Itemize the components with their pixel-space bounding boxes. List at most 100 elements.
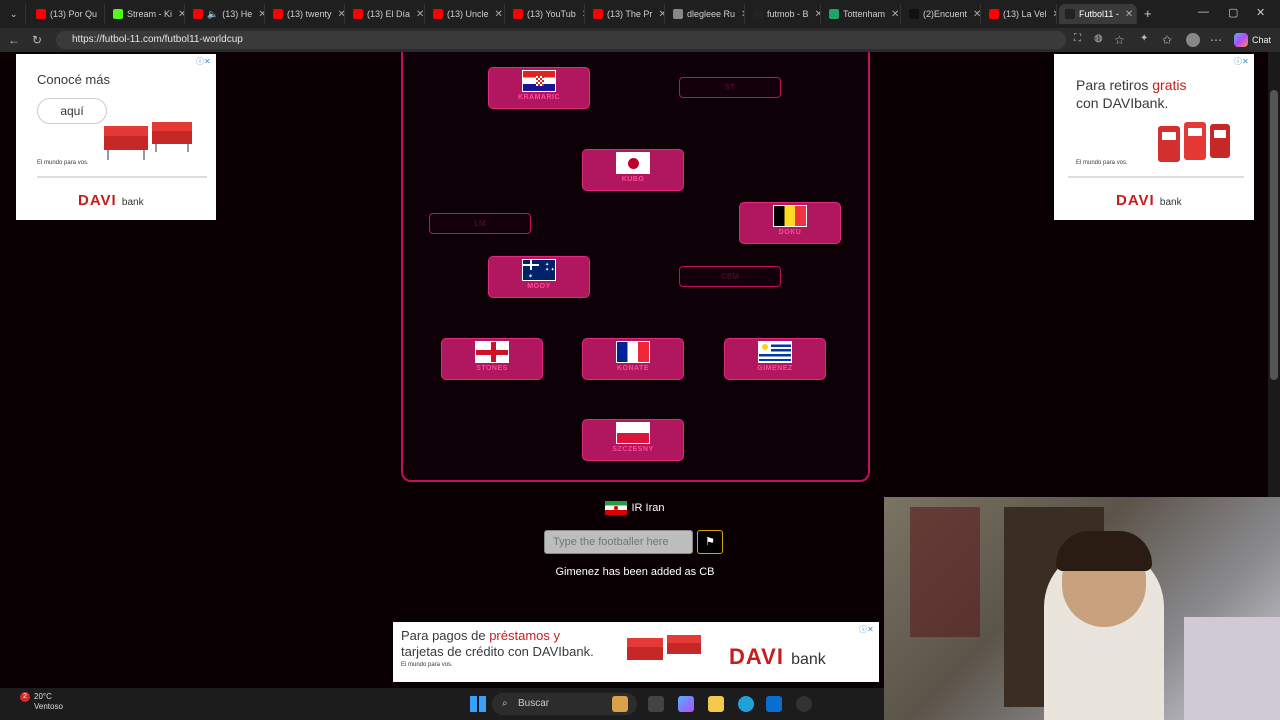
close-icon[interactable]: ✕ [416, 9, 424, 20]
tab-6[interactable]: (13) YouTub✕ [507, 4, 585, 24]
player-name: KUBO [621, 176, 645, 183]
youtube-icon [353, 9, 363, 19]
ad-right[interactable]: Para retiros gratis con DAVIbank. El mund… [1054, 54, 1254, 220]
close-icon[interactable]: ✕ [891, 9, 899, 20]
close-icon[interactable]: ✕ [973, 9, 980, 20]
close-icon[interactable]: ✕ [1125, 9, 1133, 20]
davibank-logo: DAVI bank [1116, 192, 1182, 209]
star-icon[interactable]: ☆ [1114, 33, 1125, 47]
ad-bottom[interactable]: Para pagos de préstamos y tarjetas de cré… [393, 622, 879, 682]
close-icon[interactable]: ✕ [815, 9, 820, 20]
tab-12[interactable]: (13) La Vel✕ [983, 4, 1057, 24]
window-close-button[interactable]: ✕ [1256, 6, 1265, 19]
windows-start-icon[interactable] [470, 696, 486, 712]
player-card-stones[interactable]: STONES [441, 338, 543, 380]
tab-list-button[interactable]: ⌄ [4, 4, 26, 24]
uruguay-flag-icon [758, 341, 792, 363]
close-icon[interactable]: ✕ [741, 9, 744, 20]
ad-info-icon[interactable]: ⓘ✕ [859, 624, 874, 635]
ad-info-icon[interactable]: ⓘ✕ [1234, 56, 1249, 67]
extensions-icon[interactable]: ◍ [1094, 33, 1103, 44]
australia-flag-icon: ✶ ✦ ✦ ✦ [522, 259, 556, 281]
close-icon[interactable]: ✕ [582, 9, 584, 20]
url-field[interactable]: https://futbol-11.com/futbol11-worldcup [56, 31, 1066, 49]
tab-0[interactable]: (13) Por Qu✕ [30, 4, 105, 24]
task-view-icon[interactable] [648, 696, 664, 712]
kick-icon [113, 9, 123, 19]
tab-3[interactable]: (13) twenty✕ [267, 4, 345, 24]
close-icon[interactable]: ✕ [658, 9, 664, 20]
submit-button[interactable]: ⚑ [697, 530, 723, 554]
chevron-down-icon: ⌄ [10, 8, 18, 19]
file-explorer-icon[interactable] [708, 696, 724, 712]
store-icon[interactable] [766, 696, 782, 712]
player-card-mooy[interactable]: ✶ ✦ ✦ ✦ MOOY [488, 256, 590, 298]
player-card-doku[interactable]: DOKU [739, 202, 841, 244]
edge-icon[interactable] [738, 696, 754, 712]
ad-info-icon[interactable]: ⓘ✕ [196, 56, 211, 67]
browser-tab-bar: ⌄ (13) Por Qu✕ Stream - Ki✕ 🔈(13) He✕ (1… [0, 0, 1280, 28]
tab-1[interactable]: Stream - Ki✕ [107, 4, 185, 24]
ad-headline: Para pagos de préstamos y tarjetas de cré… [401, 628, 594, 659]
scrollbar-thumb[interactable] [1270, 90, 1278, 380]
tab-9[interactable]: futmob - B✕ [747, 4, 821, 24]
weather-widget[interactable]: 2 20°C Ventoso [14, 692, 63, 712]
tab-13[interactable]: Futbol11 - ✕ [1059, 4, 1137, 24]
formation-pitch [401, 52, 870, 482]
back-arrow-icon[interactable]: ← [8, 33, 20, 47]
translate-icon[interactable]: ⛶ [1074, 33, 1081, 44]
player-card-gimenez[interactable]: GIMENEZ [724, 338, 826, 380]
youtube-icon [36, 9, 46, 19]
tab-11[interactable]: (2)Encuent ✕ [903, 4, 981, 24]
ad-fineprint [37, 176, 207, 178]
obs-icon[interactable] [796, 696, 812, 712]
player-name: SZCZESNY [612, 446, 654, 453]
close-icon[interactable]: ✕ [495, 9, 503, 20]
player-name: KONATE [616, 365, 650, 372]
player-name: STONES [476, 365, 508, 372]
copilot-icon[interactable] [1234, 33, 1248, 47]
close-icon[interactable]: ✕ [103, 9, 104, 20]
youtube-icon [273, 9, 283, 19]
favorites-icon[interactable]: ✩ [1162, 33, 1172, 47]
close-icon[interactable]: ✕ [178, 9, 184, 20]
menu-icon[interactable]: ⋯ [1210, 33, 1222, 47]
tab-7[interactable]: (13) The Pr✕ [587, 4, 665, 24]
speaker-icon[interactable]: 🔈 [207, 9, 218, 20]
widgets-icon[interactable] [612, 696, 628, 712]
ad-cta-button[interactable]: aquí [37, 98, 107, 124]
empty-slot-lm[interactable]: LM [429, 213, 531, 234]
close-icon[interactable]: ✕ [1053, 9, 1056, 20]
davibank-logo: DAVI bank [78, 192, 144, 209]
tab-8[interactable]: dlegleee Ru✕ [667, 4, 745, 24]
player-card-kubo[interactable]: KUBO [582, 149, 684, 191]
maximize-button[interactable]: ▢ [1228, 6, 1238, 19]
ad-tagline: El mundo para vos. [1076, 160, 1128, 166]
profile-avatar[interactable] [1186, 33, 1200, 47]
copilot-taskbar-icon[interactable] [678, 696, 694, 712]
weather-label: Ventoso [34, 702, 63, 711]
chat-label[interactable]: Chat [1252, 35, 1271, 45]
tab-10[interactable]: Tottenham ✕ [823, 4, 901, 24]
empty-slot-cbm[interactable]: CBM [679, 266, 781, 287]
person-hair [1056, 531, 1152, 571]
player-card-szczesny[interactable]: SZCZESNY [582, 419, 684, 461]
search-icon: ⌕ [502, 698, 508, 709]
footballer-input[interactable] [544, 530, 693, 554]
puzzle-icon[interactable]: ✦ [1140, 33, 1148, 44]
player-card-kramaric[interactable]: KRAMARIC [488, 67, 590, 109]
player-card-konate[interactable]: KONATE [582, 338, 684, 380]
wall-poster [910, 507, 980, 637]
france-flag-icon [616, 341, 650, 363]
tab-5[interactable]: (13) Uncle ✕ [427, 4, 505, 24]
tab-2[interactable]: 🔈(13) He✕ [187, 4, 265, 24]
new-tab-button[interactable]: + [1144, 6, 1152, 21]
tab-4[interactable]: (13) El Día ✕ [347, 4, 425, 24]
minimize-button[interactable]: — [1198, 6, 1209, 18]
empty-slot-st[interactable]: ST [679, 77, 781, 98]
reload-icon[interactable]: ↻ [32, 33, 42, 47]
close-icon[interactable]: ✕ [258, 9, 264, 20]
player-name: MOOY [527, 283, 551, 290]
ad-left[interactable]: Conocé más aquí El mundo para vos. DAVI … [16, 54, 216, 220]
close-icon[interactable]: ✕ [338, 9, 344, 20]
